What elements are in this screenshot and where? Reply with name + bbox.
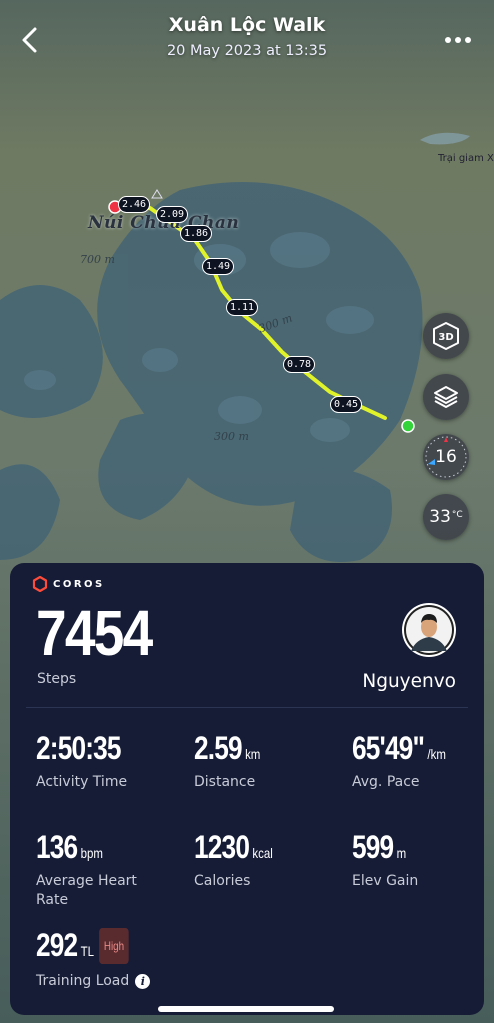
km-marker: 1.49 [202,258,235,275]
stat-calories: 1230 kcal Calories [194,830,290,891]
stat-value: 2:50:35 [36,730,122,766]
stat-unit: bpm [80,845,103,861]
activity-datetime: 20 May 2023 at 13:35 [166,43,328,59]
temperature-button[interactable]: 33 °C [423,494,469,540]
avatar[interactable] [402,603,456,657]
stat-distance: 2.59 km Distance [194,731,275,792]
temperature-unit: °C [451,510,463,520]
km-marker: 2.09 [156,206,189,223]
cube-icon: 3D [433,322,459,350]
info-icon[interactable]: i [135,974,151,989]
steps-label: Steps [37,671,77,687]
layers-icon [434,386,458,408]
coros-logo: COROS [32,576,105,592]
stat-heart-rate: 136 bpm Average Heart Rate [36,830,146,910]
stat-label: Calories [194,873,251,889]
temperature-value: 33 [429,507,451,527]
stat-elev-gain: 599 m Elev Gain [352,830,418,891]
activity-summary-card: COROS 7454 Steps Nguyenvo 2:50:35 Activi… [10,563,484,1015]
home-indicator[interactable] [158,1006,334,1012]
map-layers-button[interactable] [423,374,469,420]
stat-value: 1230 [194,829,250,865]
stat-label: Activity Time [36,774,128,790]
activity-title: Xuân Lộc Walk [168,14,326,36]
training-load-badge: High [98,928,130,964]
stat-value: 2.59 [194,730,243,766]
km-marker: 2.46 [118,196,151,213]
stat-training-load: 292 TL High Training Load i [36,927,151,991]
stat-label: Training Load [36,973,130,989]
steps-value: 7454 [36,597,153,669]
stat-unit: kcal [252,845,273,861]
stat-label: Average Heart Rate [36,873,137,908]
km-marker: 0.78 [283,356,316,373]
stat-value: 136 [36,829,78,865]
km-marker: 1.11 [226,299,259,316]
route-start-marker [401,419,415,433]
back-icon[interactable] [16,26,44,54]
stat-activity-time: 2:50:35 Activity Time [36,731,143,792]
stat-avg-pace: 65'49"/km Avg. Pace [352,731,467,792]
place-label: Trại giam X [438,153,494,164]
stat-value: 599 [352,829,394,865]
avatar-image [404,605,454,655]
coros-logo-icon [32,576,48,592]
km-marker: 1.86 [180,225,213,242]
contour-label: 700 m [80,253,115,266]
compass-button[interactable]: 16 [423,434,469,480]
user-name[interactable]: Nguyenvo [356,671,456,692]
km-marker: 0.45 [330,396,363,413]
stat-value: 292 [36,927,78,963]
stat-unit: /km [427,746,446,762]
stat-label: Distance [194,774,256,790]
stat-unit: TL [80,943,95,959]
stat-value: 65'49" [352,730,425,766]
contour-label: 300 m [214,430,249,443]
view-3d-button[interactable]: 3D [423,313,469,359]
stat-label: Avg. Pace [352,774,420,790]
brand-name: COROS [53,578,105,590]
stat-unit: m [396,845,407,861]
stat-label: Elev Gain [352,873,419,889]
more-icon[interactable] [440,30,476,50]
view-3d-label: 3D [438,332,453,343]
stat-unit: km [245,746,261,762]
header: Xuân Lộc Walk 20 May 2023 at 13:35 [0,0,494,80]
divider [26,707,468,708]
compass-icon [425,436,467,478]
